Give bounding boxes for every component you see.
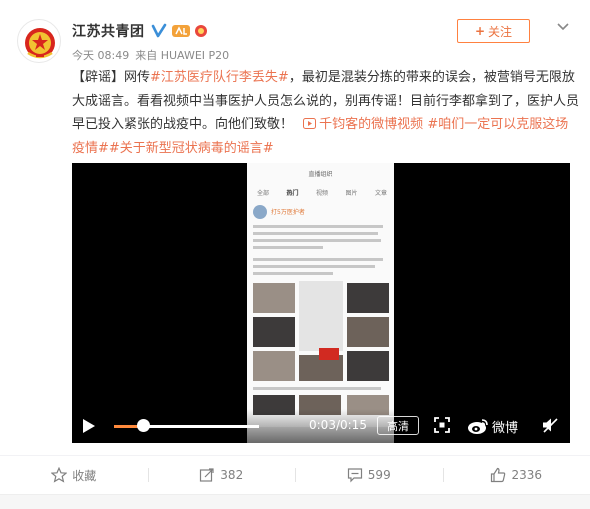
star-icon bbox=[51, 467, 68, 483]
phone-text-line bbox=[253, 239, 381, 242]
phone-photo bbox=[299, 281, 343, 351]
phone-photo bbox=[253, 351, 295, 381]
favorite-button[interactable]: 收藏 bbox=[0, 456, 148, 494]
progress-track[interactable] bbox=[114, 425, 259, 428]
post-meta: 今天 08:49 来自 HUAWEI P20 bbox=[72, 47, 229, 63]
video-link-icon bbox=[303, 118, 317, 129]
hashtag-link[interactable]: #关于新型冠状病毒的谣言# bbox=[109, 141, 274, 156]
phone-screen-title: 直播组织 bbox=[308, 171, 333, 178]
avatar[interactable] bbox=[17, 19, 61, 63]
repost-icon bbox=[200, 468, 214, 482]
duration: 0:15 bbox=[340, 418, 367, 432]
phone-tab: 热门 bbox=[286, 190, 299, 197]
phone-text-line bbox=[253, 258, 383, 261]
current-time: 0:03 bbox=[309, 418, 336, 432]
video-link-label[interactable]: 千钧客的微博视频 bbox=[319, 117, 423, 132]
post-text: 【辟谣】网传#江苏医疗队行李丢失#，最初是混装分拣的带来的误会，被营销号无限放大… bbox=[72, 66, 580, 160]
phone-text-line bbox=[253, 225, 383, 228]
play-icon[interactable] bbox=[82, 418, 96, 434]
post-tag: 【辟谣】 bbox=[72, 70, 125, 85]
member-badge-icon[interactable] bbox=[171, 24, 191, 38]
favorite-label: 收藏 bbox=[72, 468, 97, 483]
thumbs-up-icon bbox=[491, 467, 506, 483]
like-count: 2336 bbox=[511, 468, 543, 482]
chevron-down-icon[interactable] bbox=[556, 22, 570, 32]
video-controls: 0:03/0:15 高清 微博 bbox=[72, 409, 570, 443]
phone-tab: 视频 bbox=[315, 190, 328, 197]
phone-user-avatar bbox=[253, 205, 267, 219]
post-prefix: 网传 bbox=[124, 70, 151, 85]
phone-text-line bbox=[253, 232, 378, 235]
weibo-logo-icon bbox=[468, 419, 488, 434]
phone-photo bbox=[347, 351, 389, 381]
verified-v-icon[interactable] bbox=[151, 23, 167, 39]
phone-text-line bbox=[253, 246, 323, 249]
phone-tab: 文章 bbox=[374, 190, 387, 197]
follow-button-label: 关注 bbox=[488, 24, 513, 39]
phone-photo bbox=[347, 317, 389, 347]
phone-photo bbox=[347, 283, 389, 313]
comment-count: 599 bbox=[367, 468, 391, 482]
weibo-brand-label: 微博 bbox=[492, 420, 519, 436]
like-button[interactable]: 2336 bbox=[442, 456, 590, 494]
action-separator bbox=[442, 468, 444, 482]
phone-photo bbox=[253, 317, 295, 347]
phone-text-line bbox=[253, 272, 333, 275]
quality-button[interactable]: 高清 bbox=[377, 416, 419, 435]
post-time[interactable]: 今天 08:49 bbox=[72, 47, 129, 63]
comment-icon bbox=[347, 468, 362, 483]
action-separator bbox=[295, 468, 296, 482]
comment-button[interactable]: 599 bbox=[295, 456, 443, 494]
author-row: 江苏共青团 bbox=[72, 20, 208, 42]
phone-text-line bbox=[253, 265, 375, 268]
communist-youth-league-emblem-icon bbox=[25, 28, 55, 59]
author-name[interactable]: 江苏共青团 bbox=[72, 21, 145, 41]
repost-button[interactable]: 382 bbox=[147, 456, 296, 494]
video-link[interactable]: 千钧客的微博视频 bbox=[297, 117, 423, 132]
phone-red-badge bbox=[319, 348, 339, 360]
video-player[interactable]: 直播组织 全部 热门 视频 图片 文章 打5万医护者 0:03/0:15 高清 … bbox=[72, 163, 570, 443]
follow-button[interactable]: + 关注 bbox=[457, 19, 530, 43]
phone-tab: 图片 bbox=[345, 190, 358, 197]
playback-time: 0:03/0:15 bbox=[309, 418, 367, 432]
post-source[interactable]: 来自 HUAWEI P20 bbox=[135, 47, 229, 63]
action-separator bbox=[147, 468, 149, 482]
phone-text-line bbox=[253, 387, 381, 390]
honor-badge-icon[interactable] bbox=[194, 24, 208, 38]
video-frame: 直播组织 全部 热门 视频 图片 文章 打5万医护者 bbox=[247, 163, 394, 443]
comment-area-edge bbox=[0, 494, 590, 509]
plus-icon: + bbox=[474, 24, 486, 38]
weibo-brand: 微博 bbox=[467, 415, 518, 437]
fullscreen-icon[interactable] bbox=[434, 417, 450, 433]
phone-screen-tabs: 全部 热门 视频 图片 文章 bbox=[257, 188, 387, 197]
action-bar: 收藏 382 599 2336 bbox=[0, 456, 590, 494]
phone-username: 打5万医护者 bbox=[271, 209, 305, 216]
phone-tab: 全部 bbox=[257, 190, 270, 197]
mute-icon[interactable] bbox=[542, 417, 558, 433]
repost-count: 382 bbox=[220, 468, 244, 482]
phone-photo bbox=[253, 283, 295, 313]
topic-link[interactable]: #江苏医疗队行李丢失# bbox=[150, 70, 289, 85]
progress-knob[interactable] bbox=[136, 419, 150, 432]
weibo-post-card: 江苏共青团 今天 08:49 来自 HUAWEI P20 + 关注 【辟谣】网传… bbox=[0, 0, 590, 509]
